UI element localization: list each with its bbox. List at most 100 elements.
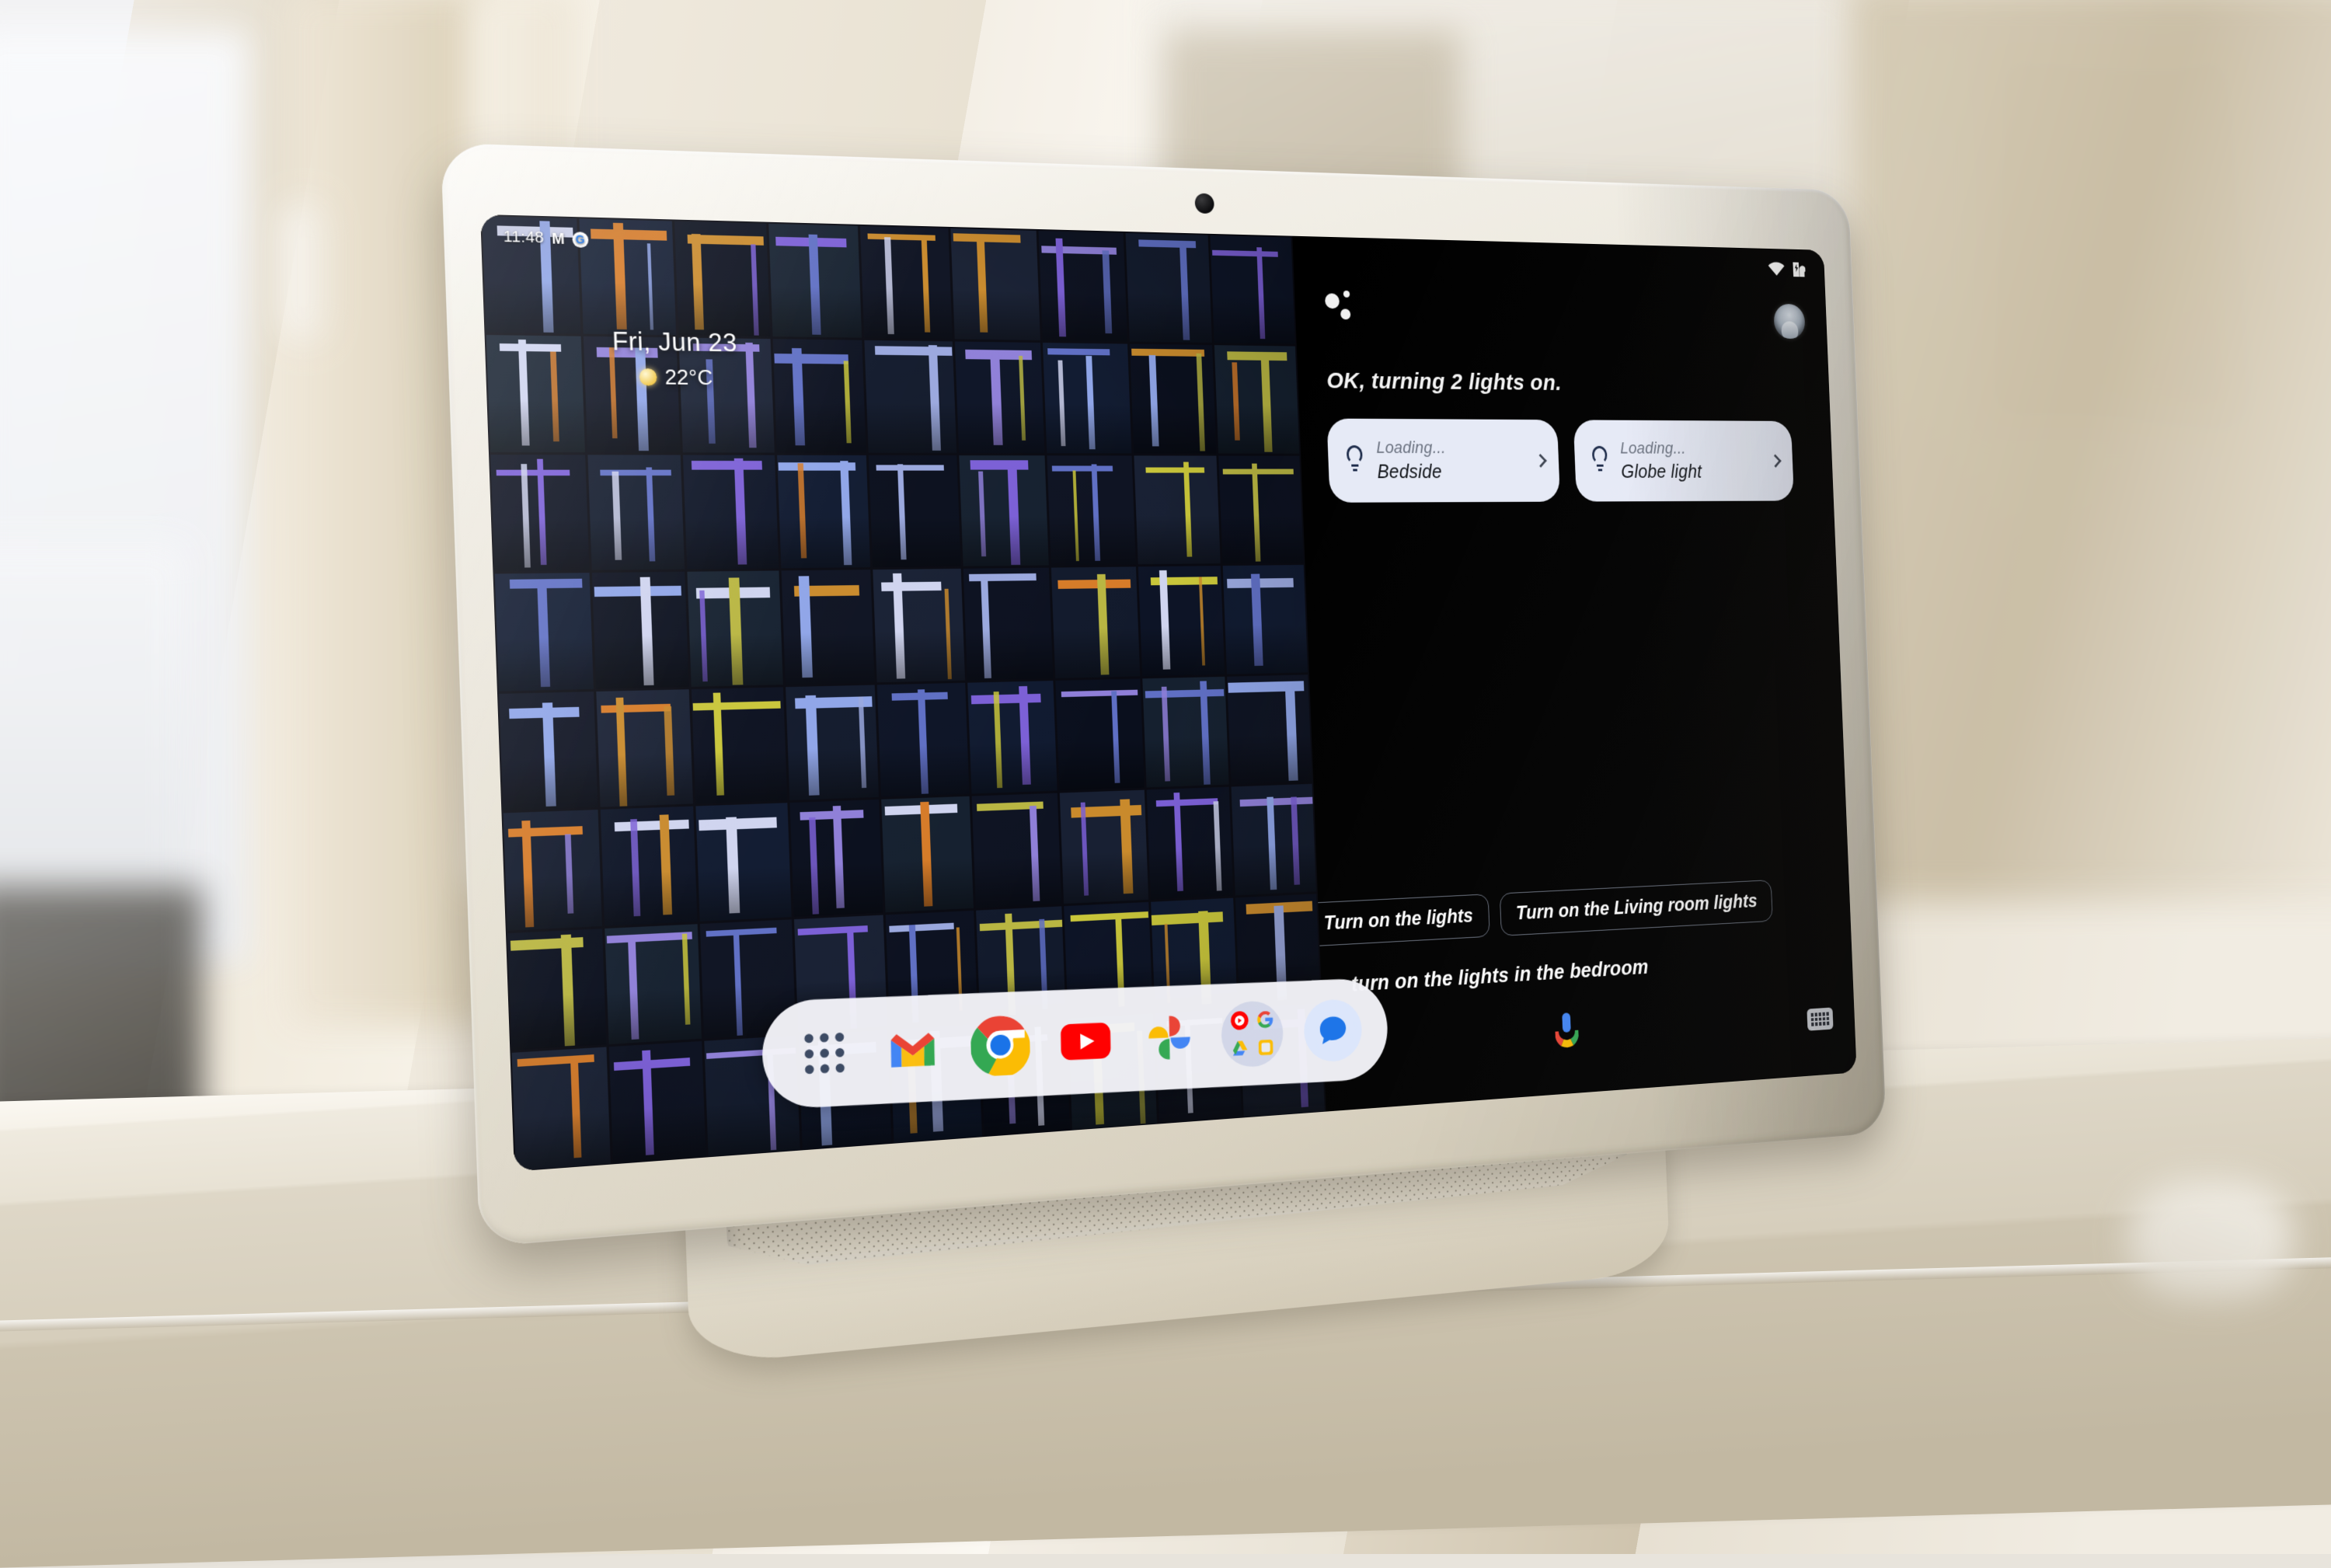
google-drive-icon bbox=[1230, 1038, 1249, 1059]
sun-icon bbox=[639, 368, 657, 385]
voice-transcript: turn on the lights in the bedroom bbox=[1351, 956, 1650, 997]
wallpaper-cell bbox=[1146, 787, 1233, 900]
light-card-text: Loading... Bedside bbox=[1376, 437, 1448, 483]
suggestion-chip-turn-on-the-lights[interactable]: Turn on the lights bbox=[1306, 894, 1490, 946]
wallpaper-cell bbox=[1060, 790, 1148, 904]
light-card-status: Loading... bbox=[1376, 437, 1446, 458]
lightbulb-icon bbox=[1589, 446, 1610, 476]
wallpaper-cell bbox=[976, 906, 1066, 1022]
wallpaper-cell bbox=[1051, 566, 1140, 678]
wallpaper-cell bbox=[777, 455, 870, 568]
assistant-response-text: OK, turning 2 lights on. bbox=[1326, 368, 1804, 399]
lightbulb-icon bbox=[1343, 445, 1366, 476]
google-search-icon bbox=[1256, 1009, 1275, 1030]
wallpaper-cell bbox=[705, 1035, 800, 1155]
user-avatar[interactable] bbox=[1773, 304, 1805, 339]
wallpaper-cell bbox=[1039, 230, 1127, 341]
wallpaper-cell bbox=[963, 568, 1053, 680]
dock-item-chrome[interactable] bbox=[967, 1010, 1033, 1080]
app-drawer-icon bbox=[804, 1032, 845, 1074]
wallpaper-cell bbox=[584, 336, 681, 452]
status-bar-right bbox=[1768, 260, 1806, 278]
wallpaper-cell bbox=[873, 569, 965, 682]
wallpaper-cell bbox=[869, 455, 960, 567]
wallpaper-cell bbox=[1055, 678, 1144, 791]
wallpaper-cell bbox=[877, 682, 969, 796]
wallpaper-cell bbox=[692, 687, 787, 804]
wallpaper-cell bbox=[959, 455, 1049, 566]
wallpaper-cell bbox=[688, 570, 783, 686]
wallpaper-cell bbox=[592, 572, 689, 688]
light-card-name: Globe light bbox=[1621, 462, 1702, 483]
wallpaper-cell bbox=[679, 338, 775, 453]
wallpaper-cell bbox=[772, 339, 866, 452]
dock-item-youtube[interactable] bbox=[1053, 1007, 1118, 1076]
tablet-screen: 11:48 M G Fri, Jun 23 22°C bbox=[480, 214, 1857, 1172]
gmail-icon: M bbox=[552, 232, 565, 247]
dock-item-photos[interactable] bbox=[1138, 1003, 1201, 1071]
wallpaper-cell bbox=[980, 1019, 1070, 1136]
clock-weather-widget[interactable]: Fri, Jun 23 22°C bbox=[611, 327, 739, 391]
wallpaper-cell bbox=[967, 681, 1057, 794]
wallpaper-cell bbox=[601, 807, 698, 926]
battery-charging-icon bbox=[1791, 261, 1806, 279]
messages-icon bbox=[1316, 1012, 1350, 1049]
wallpaper-cell bbox=[950, 228, 1040, 340]
widget-date: Fri, Jun 23 bbox=[611, 327, 737, 358]
wallpaper-cell bbox=[696, 803, 792, 921]
wallpaper-cell bbox=[579, 218, 676, 335]
youtube-music-icon bbox=[1229, 1010, 1249, 1031]
youtube-icon bbox=[1059, 1020, 1112, 1062]
wallpaper-cell bbox=[886, 910, 977, 1027]
dock-item-app-drawer[interactable] bbox=[789, 1017, 859, 1089]
wallpaper-cell bbox=[494, 573, 594, 691]
suggestion-chip-turn-on-living-room-lights[interactable]: Turn on the Living room lights bbox=[1499, 880, 1772, 936]
wallpaper-cell bbox=[1043, 343, 1131, 453]
assistant-dots-icon bbox=[1325, 290, 1363, 324]
light-card-name: Bedside bbox=[1377, 462, 1447, 483]
wallpaper-cell bbox=[860, 225, 952, 339]
pixel-tablet-device: 11:48 M G Fri, Jun 23 22°C bbox=[441, 143, 1887, 1264]
dock-item-messages[interactable] bbox=[1302, 997, 1364, 1064]
widget-weather-row: 22°C bbox=[613, 364, 739, 390]
microphone-icon[interactable] bbox=[1555, 1011, 1580, 1058]
wallpaper-cell bbox=[700, 919, 796, 1039]
wallpaper-cell bbox=[781, 570, 874, 684]
wallpaper-cell bbox=[596, 689, 693, 807]
light-card-text: Loading... Globe light bbox=[1620, 438, 1702, 483]
wallpaper-cell bbox=[955, 341, 1045, 452]
chevron-right-icon bbox=[1535, 454, 1547, 468]
status-bar-clock: 11:48 bbox=[503, 228, 544, 248]
assistant-panel: OK, turning 2 lights on. Loading... Beds… bbox=[1292, 236, 1856, 1112]
light-cards-row: Loading... Bedside Loading... Globe ligh… bbox=[1326, 419, 1794, 503]
google-keep-icon bbox=[1256, 1037, 1275, 1058]
wallpaper-cell bbox=[674, 221, 770, 336]
wallpaper-cell bbox=[511, 1047, 611, 1170]
wallpaper-cell bbox=[609, 1041, 706, 1163]
wallpaper-cell bbox=[503, 810, 602, 930]
suggestion-chips: Turn on the lights Turn on the Living ro… bbox=[1306, 880, 1773, 946]
light-card-status: Loading... bbox=[1620, 438, 1702, 458]
chrome-icon bbox=[970, 1013, 1030, 1077]
wallpaper-cell bbox=[789, 800, 883, 917]
wallpaper-cell bbox=[1142, 676, 1229, 787]
wallpaper-cell bbox=[881, 796, 973, 912]
wallpaper-cell bbox=[1047, 455, 1136, 566]
status-bar-left: 11:48 M G bbox=[503, 228, 588, 249]
wifi-icon bbox=[1768, 262, 1785, 277]
dock-item-google-folder[interactable] bbox=[1221, 1000, 1284, 1068]
wallpaper-cell bbox=[971, 793, 1061, 908]
device-perspective-wrap: 11:48 M G Fri, Jun 23 22°C bbox=[0, 0, 2331, 1554]
google-icon: G bbox=[572, 232, 588, 248]
keyboard-icon[interactable] bbox=[1807, 1007, 1833, 1030]
chevron-right-icon bbox=[1769, 455, 1781, 468]
wallpaper-cell bbox=[768, 223, 862, 337]
wallpaper-cell bbox=[490, 455, 590, 572]
light-card-globe-light[interactable]: Loading... Globe light bbox=[1573, 420, 1794, 501]
wallpaper-cell bbox=[1068, 1013, 1157, 1129]
wallpaper-cell bbox=[499, 692, 598, 811]
light-card-bedside[interactable]: Loading... Bedside bbox=[1326, 419, 1560, 503]
wallpaper-cell bbox=[605, 924, 702, 1044]
wallpaper-cell bbox=[1155, 1009, 1242, 1123]
wallpaper-cell bbox=[482, 216, 581, 334]
